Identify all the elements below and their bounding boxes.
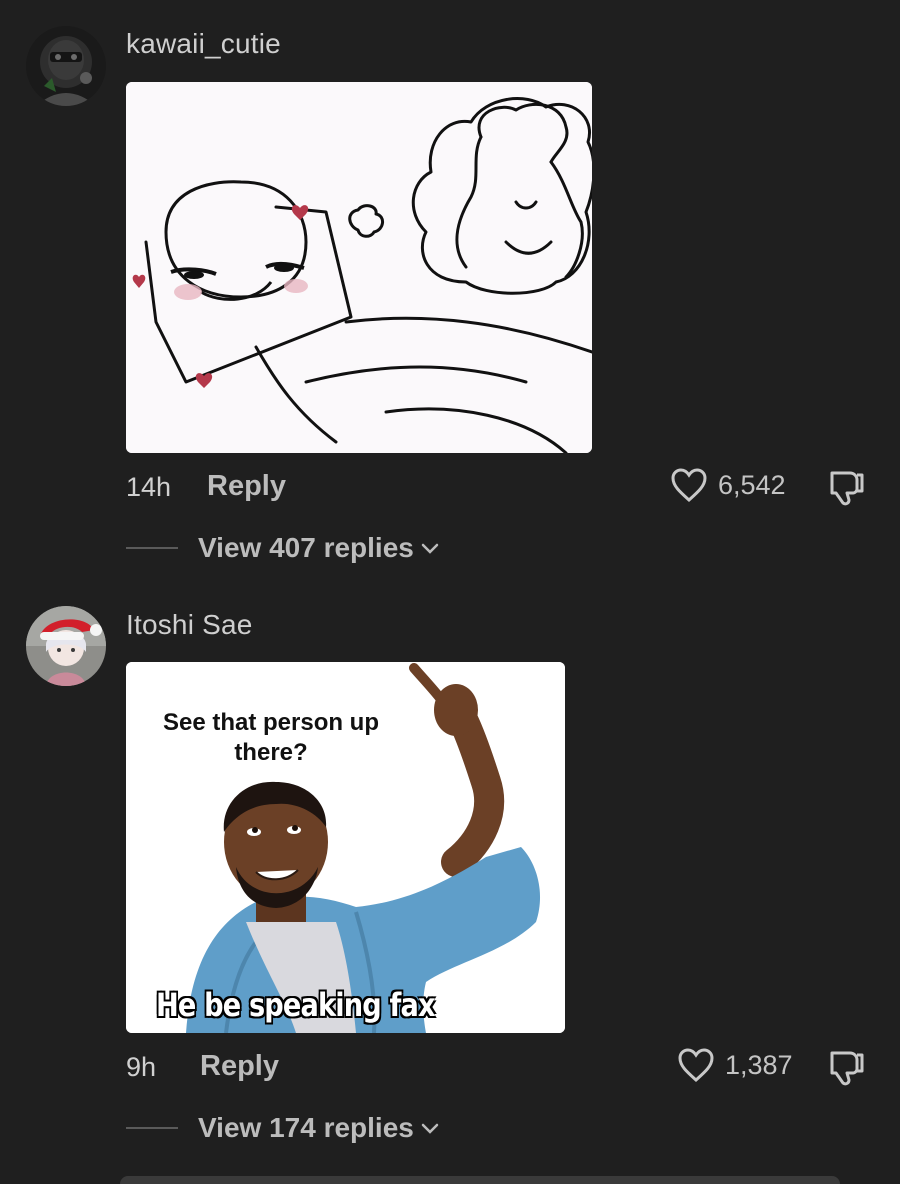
meme-top-text: See that person up there? [162,709,380,766]
dislike-icon[interactable] [826,467,866,507]
view-replies-label: View 174 replies [198,1112,414,1143]
view-replies-label: View 407 replies [198,532,414,563]
like-count: 6,542 [718,469,786,500]
like-button[interactable]: 6,542 [670,467,786,503]
comment-image[interactable] [126,82,592,453]
avatar[interactable] [26,606,106,686]
reply-button[interactable]: Reply [207,470,286,503]
view-replies-toggle[interactable]: View 174 replies [126,1112,440,1144]
comment-image[interactable]: See that person up there? He be speaking… [126,662,565,1033]
heart-icon [671,468,707,503]
dislike-icon[interactable] [826,1047,866,1087]
chevron-down-icon [421,1123,439,1134]
reply-button[interactable]: Reply [200,1050,279,1083]
chevron-down-icon [421,543,439,554]
comment-time: 9h [126,1052,157,1082]
bottom-sheet-edge [120,1176,840,1184]
divider [126,1127,178,1129]
divider [126,547,178,549]
heart-icon [678,1048,714,1083]
view-replies-toggle[interactable]: View 407 replies [126,532,440,564]
username[interactable]: kawaii_cutie [126,28,281,60]
avatar[interactable] [26,26,106,106]
meme-bottom-text: He be speaking fax [156,986,436,1024]
comment-time: 14h [126,472,172,502]
like-button[interactable]: 1,387 [677,1047,793,1083]
like-count: 1,387 [725,1049,793,1080]
username[interactable]: Itoshi Sae [126,609,253,641]
